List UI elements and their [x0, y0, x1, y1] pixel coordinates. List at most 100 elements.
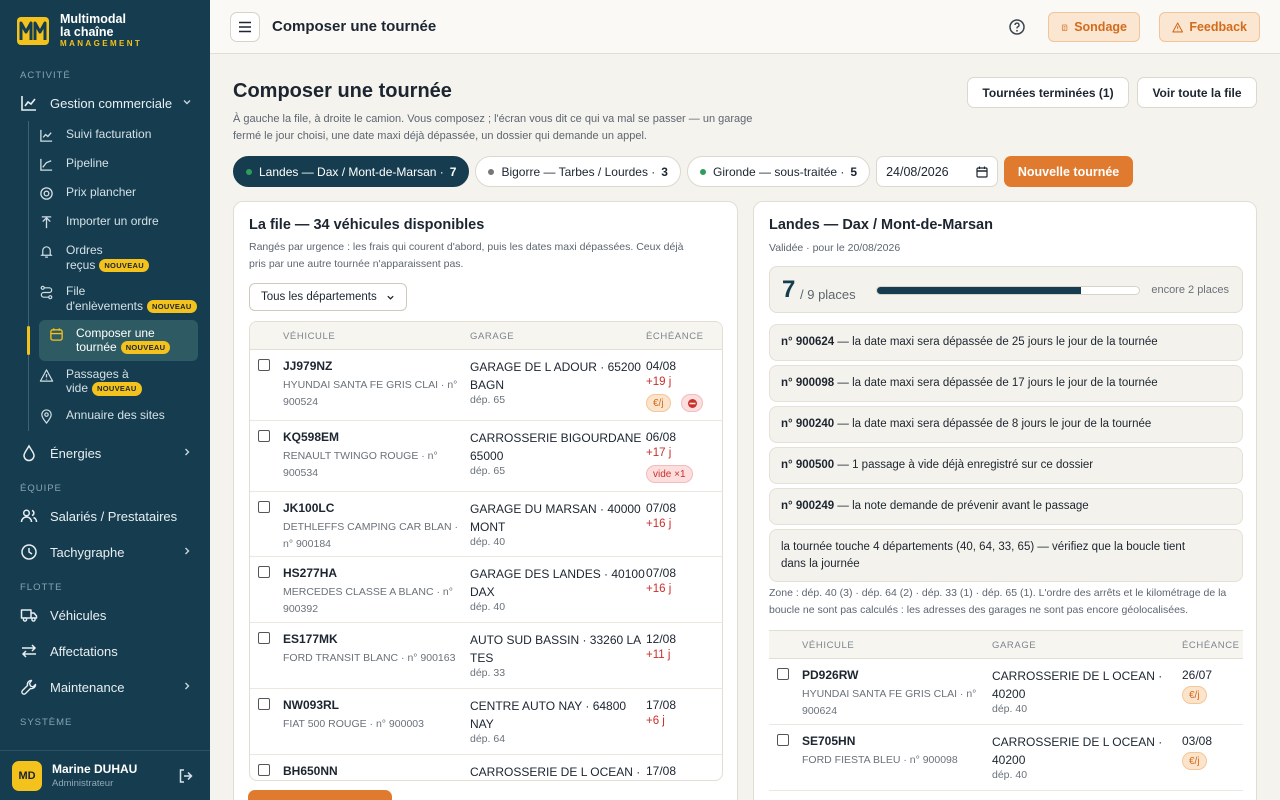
date-input[interactable]: 24/08/2026	[876, 156, 999, 187]
vehicle-plate: PD926RW	[802, 668, 859, 682]
department-filter-select[interactable]: Tous les départements	[249, 283, 407, 311]
header-garage: GARAGE	[470, 331, 515, 342]
warning-item: n° 900240 — la date maxi sera dépassée d…	[769, 406, 1243, 444]
garage-dep: dép. 65	[470, 394, 506, 406]
vehicle-desc-1: MERCEDES CLASSE A BLANC · n°	[283, 586, 453, 598]
row-checkbox[interactable]	[258, 359, 270, 371]
nav-gestion-commerciale[interactable]: Gestion commerciale	[0, 85, 210, 121]
garage-line-1: CARROSSERIE DE L OCEAN ·	[992, 735, 1163, 749]
garage-name: GARAGE DE L ADOUR · 65200 BAGN	[470, 359, 641, 395]
sidebar-item-label: Ordres	[66, 243, 103, 257]
garage-line-2: 40200	[992, 686, 1026, 701]
chip-label: Gironde — sous-traitée ·	[712, 164, 845, 179]
row-checkbox[interactable]	[258, 632, 270, 644]
vehicle-desc-2: 900392	[283, 602, 319, 615]
warning-text: — la date maxi sera dépassée de 25 jours…	[834, 336, 1158, 348]
nav-salaries[interactable]: Salariés / Prestataires	[0, 498, 210, 534]
tour-chip-gironde[interactable]: Gironde — sous-traitée · 5	[686, 156, 871, 187]
header-due: ÉCHÉANCE	[646, 331, 704, 342]
sidebar-item-suivi-facturation[interactable]: Suivi facturation	[39, 121, 210, 150]
user-profile[interactable]: MD Marine DUHAU Administrateur	[0, 750, 210, 800]
logout-icon[interactable]	[178, 768, 194, 784]
nav-affectations[interactable]: Affectations	[0, 633, 210, 669]
sidebar-item-ordres-recus[interactable]: Ordres reçus NOUVEAU	[39, 237, 210, 278]
garage-dep: dép. 40	[992, 769, 1028, 781]
drop-icon	[23, 444, 35, 462]
row-checkbox[interactable]	[258, 698, 270, 710]
sidebar-item-label: Prix plancher	[66, 185, 137, 199]
garage-line-1: CENTRE AUTO NAY · 64800	[470, 699, 627, 713]
vehicle-desc: FIAT 500 ROUGE · n° 900003	[283, 718, 424, 730]
help-icon[interactable]	[1008, 18, 1026, 36]
row-checkbox[interactable]	[258, 501, 270, 513]
row-checkbox[interactable]	[777, 734, 789, 746]
capacity-bar	[876, 286, 1140, 295]
warning-id: n° 900240	[781, 418, 835, 430]
calendar-icon	[50, 327, 63, 341]
sidebar-item-file-enlevements[interactable]: File d'enlèvements NOUVEAU	[39, 278, 210, 319]
table-row[interactable]: PD926RW HYUNDAI SANTA FE GRIS CLAI · n° 9…	[769, 659, 1243, 725]
sidebar-item-text: Passages à vide NOUVEAU	[66, 367, 142, 396]
sidebar: Multimodal la chaîne MANAGEMENT ACTIVITÉ…	[0, 0, 210, 800]
sidebar-item-prix-plancher[interactable]: Prix plancher	[39, 179, 210, 208]
row-checkbox[interactable]	[258, 764, 270, 776]
nouvelle-tournee-button[interactable]: Nouvelle tournée	[1004, 156, 1134, 187]
sidebar-item-pipeline[interactable]: Pipeline	[39, 150, 210, 179]
nav-tachygraphe[interactable]: Tachygraphe	[0, 534, 210, 570]
table-row[interactable]: SE705HN FORD FIESTA BLEU · n° 900098 CAR…	[769, 725, 1243, 791]
sidebar-item-text: Ordres reçus NOUVEAU	[66, 243, 149, 272]
chip-count: 3	[661, 164, 668, 179]
due-date: 06/08	[646, 430, 677, 444]
nav-vehicules[interactable]: Véhicules	[0, 597, 210, 633]
voir-file-button[interactable]: Voir toute la file	[1137, 77, 1257, 108]
garage-name: CARROSSERIE DE L OCEAN · 40200	[992, 734, 1162, 770]
tournees-terminees-button[interactable]: Tournées terminées (1)	[967, 77, 1129, 108]
nav-label: Énergies	[50, 445, 102, 461]
table-row[interactable]: BH650NN CARROSSERIE DE L OCEAN · 17/08	[250, 755, 722, 780]
vehicle-desc: FORD TRANSIT BLANC · n° 900163	[283, 652, 456, 664]
table-row[interactable]: KQ598EM RENAULT TWINGO ROUGE · n° 900534 …	[250, 421, 722, 492]
table-row[interactable]: NW093RL FIAT 500 ROUGE · n° 900003 CENTR…	[250, 689, 722, 755]
warning-text: — la date maxi sera dépassée de 8 jours …	[834, 418, 1152, 430]
nav-maintenance[interactable]: Maintenance	[0, 669, 210, 705]
user-name: Marine DUHAU	[52, 762, 138, 776]
tour-chip-bigorre[interactable]: Bigorre — Tarbes / Lourdes · 3	[475, 156, 681, 187]
garage-dep: dép. 65	[470, 465, 506, 477]
table-header: VÉHICULE GARAGE ÉCHÉANCE	[250, 322, 722, 350]
table-row[interactable]: ES177MK FORD TRANSIT BLANC · n° 900163 A…	[250, 623, 722, 689]
sidebar-item-label: Pipeline	[66, 156, 109, 170]
brand-subtitle: MANAGEMENT	[60, 39, 143, 49]
chevron-down-icon	[387, 295, 394, 300]
capacity-total: / 9 places	[800, 287, 856, 302]
topbar-title: Composer une tournée	[272, 18, 437, 35]
menu-toggle-button[interactable]	[230, 11, 260, 42]
chevron-right-icon	[185, 682, 190, 690]
status-dot	[488, 168, 495, 175]
status-dot	[246, 168, 252, 175]
add-to-tour-button[interactable]	[248, 790, 392, 800]
table-row[interactable]: HS277HA MERCEDES CLASSE A BLANC · n° 9003…	[250, 557, 722, 623]
nav-label: Gestion commerciale	[50, 95, 173, 111]
nav-energies[interactable]: Énergies	[0, 435, 210, 471]
brand[interactable]: Multimodal la chaîne MANAGEMENT	[0, 0, 210, 60]
users-icon	[20, 509, 38, 523]
table-row[interactable]: JJ979NZ HYUNDAI SANTA FE GRIS CLAI · n° 9…	[250, 350, 722, 421]
sidebar-item-composer-tournee[interactable]: Composer une tournée NOUVEAU	[27, 319, 198, 361]
sidebar-item-passages-vide[interactable]: Passages à vide NOUVEAU	[39, 361, 210, 402]
garage-line-1: AUTO SUD BASSIN · 33260 LA	[470, 633, 642, 647]
sidebar-item-annuaire-sites[interactable]: Annuaire des sites	[39, 402, 210, 431]
page-title: Composer une tournée	[233, 80, 452, 102]
warning-id: n° 900098	[781, 377, 835, 389]
row-checkbox[interactable]	[777, 668, 789, 680]
tour-chip-landes[interactable]: Landes — Dax / Mont-de-Marsan · 7	[233, 156, 470, 187]
vehicle-desc: HYUNDAI SANTA FE GRIS CLAI · n° 900524	[283, 377, 457, 410]
feedback-button[interactable]: Feedback	[1159, 12, 1260, 42]
vehicle-plate: JJ979NZ	[283, 359, 333, 373]
table-row[interactable]: JK100LC DETHLEFFS CAMPING CAR BLAN · n° 9…	[250, 492, 722, 557]
row-checkbox[interactable]	[258, 566, 270, 578]
row-checkbox[interactable]	[258, 430, 270, 442]
section-equipe: ÉQUIPE	[20, 483, 62, 494]
sidebar-item-importer-ordre[interactable]: Importer un ordre	[39, 208, 210, 237]
sondage-button[interactable]: Sondage	[1048, 12, 1140, 42]
vehicle-plate: BH650NN	[283, 764, 338, 778]
